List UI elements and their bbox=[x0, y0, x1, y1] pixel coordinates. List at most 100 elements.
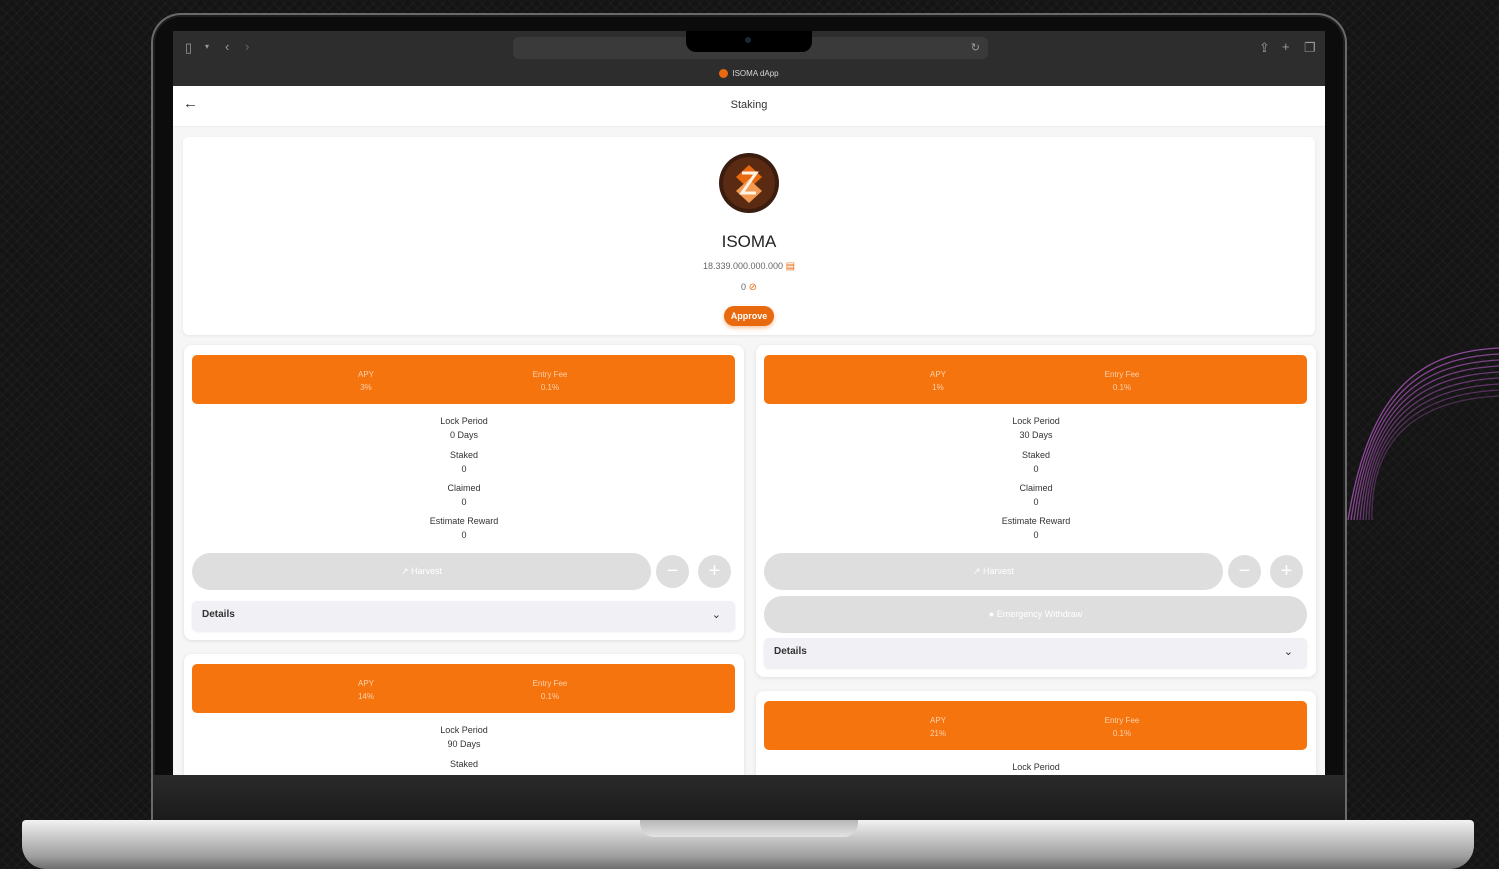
decorative-swoosh-lines bbox=[1347, 347, 1499, 521]
apy-block: APY 1% bbox=[868, 368, 1008, 394]
claimed-value: 0 bbox=[461, 497, 467, 507]
camera-icon bbox=[745, 37, 751, 43]
lock-period-value: 0 Days bbox=[449, 430, 478, 440]
estimate-reward-value: 0 bbox=[461, 530, 467, 540]
details-toggle[interactable]: Details ⌄ bbox=[764, 638, 1307, 668]
staked-stat: Staked 0 bbox=[184, 448, 744, 476]
pool-card-3: APY 14% Entry Fee 0.1% Lock Period 90 Da… bbox=[184, 654, 744, 775]
apy-block: APY 21% bbox=[868, 714, 1008, 740]
staked-value: 0 bbox=[1033, 464, 1039, 474]
swoosh-line bbox=[1371, 395, 1499, 521]
chevron-down-icon: ⌄ bbox=[1283, 646, 1293, 658]
laptop-base-groove bbox=[640, 820, 858, 837]
details-toggle[interactable]: Details ⌄ bbox=[192, 601, 735, 631]
lock-period-label: Lock Period bbox=[1012, 416, 1060, 426]
entry-fee-value: 0.1% bbox=[540, 383, 560, 392]
stake-plus-button[interactable]: + bbox=[698, 555, 731, 588]
tabs-icon[interactable]: ❐ bbox=[1304, 41, 1316, 54]
emergency-withdraw-label: Emergency Withdraw bbox=[996, 609, 1083, 619]
site-favicon-icon bbox=[719, 69, 729, 79]
lock-period-stat: Lock Period 30 Days bbox=[756, 414, 1316, 442]
harvest-label: Harvest bbox=[411, 566, 443, 576]
staked-label: Staked bbox=[449, 450, 479, 460]
estimate-reward-stat: Estimate Reward 0 bbox=[756, 514, 1316, 542]
chevron-down-icon[interactable]: ▾ bbox=[205, 43, 209, 51]
lock-period-label: Lock Period bbox=[1012, 762, 1060, 772]
claimed-label: Claimed bbox=[447, 483, 481, 493]
token-balance: 0 ⊘ bbox=[183, 282, 1315, 293]
entry-fee-block: Entry Fee 0.1% bbox=[480, 677, 620, 703]
entry-fee-block: Entry Fee 0.1% bbox=[480, 368, 620, 394]
lock-period-label: Lock Period bbox=[440, 725, 488, 735]
staked-label: Staked bbox=[1021, 450, 1051, 460]
apy-block: APY 3% bbox=[296, 368, 436, 394]
chevron-down-icon: ⌄ bbox=[711, 609, 721, 621]
apy-label: APY bbox=[929, 716, 946, 725]
apy-block: APY 14% bbox=[296, 677, 436, 703]
estimate-reward-label: Estimate Reward bbox=[1001, 516, 1071, 526]
apy-label: APY bbox=[357, 370, 374, 379]
entry-fee-label: Entry Fee bbox=[1104, 716, 1140, 725]
apy-label: APY bbox=[357, 679, 374, 688]
entry-fee-label: Entry Fee bbox=[532, 370, 568, 379]
lock-period-stat: Lock Period 0 Days bbox=[184, 414, 744, 442]
entry-fee-label: Entry Fee bbox=[1104, 370, 1140, 379]
approve-button[interactable]: Approve bbox=[724, 306, 774, 326]
chevron-left-icon[interactable]: ‹ bbox=[225, 40, 229, 53]
pool-card-2: APY 1% Entry Fee 0.1% Lock Period 30 Day… bbox=[756, 345, 1316, 677]
stake-plus-button[interactable]: + bbox=[1270, 555, 1303, 588]
emergency-withdraw-button[interactable]: ● Emergency Withdraw bbox=[764, 596, 1307, 633]
token-name: ISOMA bbox=[721, 232, 777, 251]
app-header: ← Staking bbox=[173, 86, 1325, 127]
tab-title: ISOMA dApp bbox=[732, 69, 779, 78]
entry-fee-value: 0.1% bbox=[1112, 383, 1132, 392]
staked-stat: Staked bbox=[184, 757, 744, 771]
chevron-right-icon[interactable]: › bbox=[245, 40, 249, 53]
estimate-reward-value: 0 bbox=[1033, 530, 1039, 540]
token-supply-value: 18.339.000.000.000 bbox=[702, 261, 784, 271]
entry-fee-value: 0.1% bbox=[540, 692, 560, 701]
emergency-icon: ● bbox=[988, 609, 995, 619]
coins-icon: ▤ bbox=[785, 261, 796, 272]
claimed-stat: Claimed 0 bbox=[184, 481, 744, 509]
token-supply: 18.339.000.000.000 ▤ bbox=[183, 261, 1315, 272]
pool-banner: APY 21% Entry Fee 0.1% bbox=[764, 701, 1307, 750]
lock-period-stat: Lock Period 90 Days bbox=[184, 723, 744, 751]
claimed-stat: Claimed 0 bbox=[756, 481, 1316, 509]
unstake-minus-button[interactable]: − bbox=[1228, 555, 1261, 588]
staked-value: 0 bbox=[461, 464, 467, 474]
lock-period-value: 30 Days bbox=[1019, 430, 1053, 440]
lock-period-value: 90 Days bbox=[447, 739, 481, 749]
isoma-logo-icon bbox=[719, 153, 779, 213]
apy-label: APY bbox=[929, 370, 946, 379]
page-title: Staking bbox=[730, 99, 768, 111]
browser-window: ▯ ▾ ‹ › ↻ ⇪ + ❐ ISOMA dApp ← Staking ISO… bbox=[173, 31, 1325, 775]
token-card: ISOMA 18.339.000.000.000 ▤ 0 ⊘ Approve bbox=[183, 137, 1315, 335]
share-icon[interactable]: ⇪ bbox=[1259, 41, 1270, 54]
estimate-reward-stat: Estimate Reward 0 bbox=[184, 514, 744, 542]
harvest-button[interactable]: ↗ Harvest bbox=[764, 553, 1223, 590]
lock-period-label: Lock Period bbox=[440, 416, 488, 426]
claimed-value: 0 bbox=[1033, 497, 1039, 507]
pool-card-4: APY 21% Entry Fee 0.1% Lock Period bbox=[756, 691, 1316, 775]
staking-content: ISOMA 18.339.000.000.000 ▤ 0 ⊘ Approve A… bbox=[173, 127, 1325, 775]
plus-icon[interactable]: + bbox=[1282, 40, 1290, 53]
check-circle-icon: ⊘ bbox=[748, 282, 757, 293]
pool-banner: APY 1% Entry Fee 0.1% bbox=[764, 355, 1307, 404]
harvest-button[interactable]: ↗ Harvest bbox=[192, 553, 651, 590]
apy-value: 21% bbox=[929, 729, 946, 738]
pool-card-1: APY 3% Entry Fee 0.1% Lock Period 0 Days… bbox=[184, 345, 744, 640]
reload-icon[interactable]: ↻ bbox=[971, 41, 980, 54]
entry-fee-block: Entry Fee 0.1% bbox=[1052, 368, 1192, 394]
unstake-minus-button[interactable]: − bbox=[656, 555, 689, 588]
sidebar-icon[interactable]: ▯ bbox=[185, 41, 192, 54]
laptop-chin bbox=[153, 775, 1345, 823]
entry-fee-value: 0.1% bbox=[1112, 729, 1132, 738]
estimate-reward-label: Estimate Reward bbox=[429, 516, 499, 526]
entry-fee-label: Entry Fee bbox=[532, 679, 568, 688]
apy-value: 3% bbox=[360, 383, 372, 392]
pool-banner: APY 3% Entry Fee 0.1% bbox=[192, 355, 735, 404]
staked-label: Staked bbox=[449, 759, 479, 769]
entry-fee-block: Entry Fee 0.1% bbox=[1052, 714, 1192, 740]
tab-title-row[interactable]: ISOMA dApp bbox=[173, 69, 1325, 79]
